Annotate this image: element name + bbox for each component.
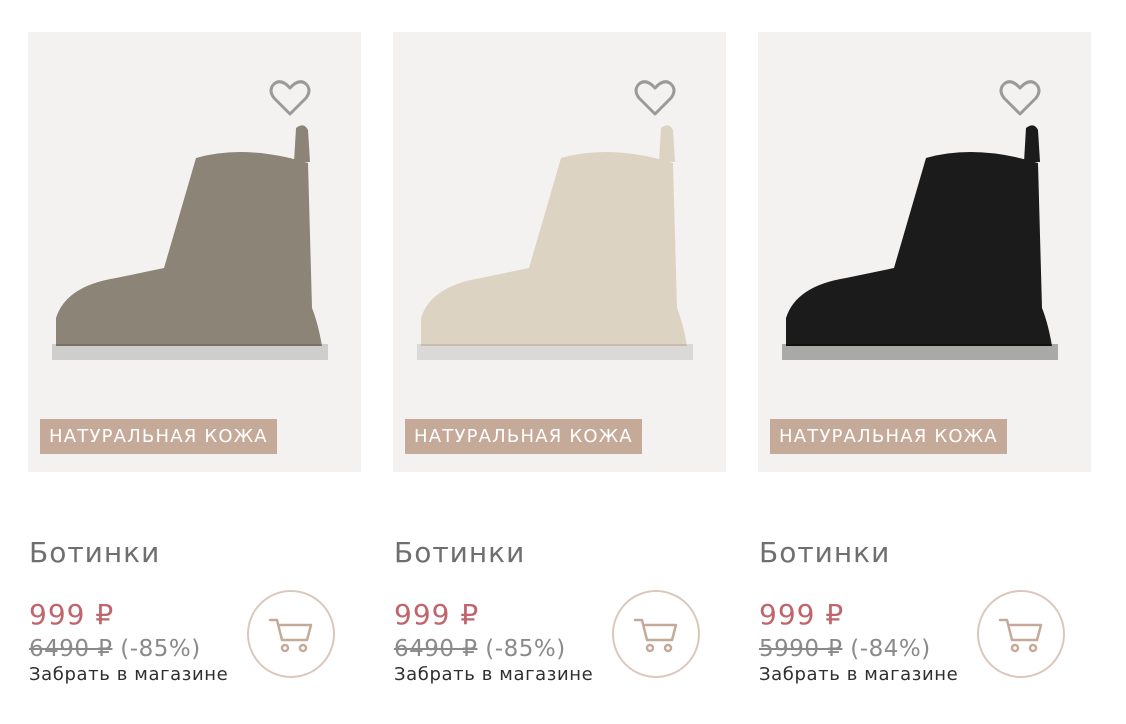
- shopping-cart-icon: [268, 618, 313, 653]
- product-card[interactable]: НАТУРАЛЬНАЯ КОЖА Ботинки 999 ₽ 5990 ₽ (-…: [758, 32, 1091, 712]
- product-card[interactable]: НАТУРАЛЬНАЯ КОЖА Ботинки 999 ₽ 6490 ₽ (-…: [393, 32, 726, 712]
- old-price-row: 5990 ₽ (-84%): [759, 636, 931, 662]
- pickup-label: Забрать в магазине: [759, 664, 959, 685]
- product-title[interactable]: Ботинки: [759, 536, 890, 569]
- product-image[interactable]: НАТУРАЛЬНАЯ КОЖА: [393, 32, 726, 472]
- old-price: 5990 ₽: [759, 636, 843, 662]
- heart-icon[interactable]: [998, 76, 1042, 120]
- heart-icon[interactable]: [268, 76, 312, 120]
- product-image[interactable]: НАТУРАЛЬНАЯ КОЖА: [758, 32, 1091, 472]
- discount-percent: (-84%): [850, 636, 931, 662]
- add-to-cart-button[interactable]: [612, 590, 700, 678]
- material-badge: НАТУРАЛЬНАЯ КОЖА: [770, 419, 1007, 454]
- old-price: 6490 ₽: [29, 636, 113, 662]
- old-price: 6490 ₽: [394, 636, 478, 662]
- pickup-label: Забрать в магазине: [29, 664, 229, 685]
- material-badge: НАТУРАЛЬНАЯ КОЖА: [40, 419, 277, 454]
- boot-image: [417, 125, 693, 360]
- discount-percent: (-85%): [485, 636, 566, 662]
- product-image[interactable]: НАТУРАЛЬНАЯ КОЖА: [28, 32, 361, 472]
- boot-image: [52, 125, 328, 360]
- pickup-label: Забрать в магазине: [394, 664, 594, 685]
- old-price-row: 6490 ₽ (-85%): [29, 636, 201, 662]
- product-title[interactable]: Ботинки: [394, 536, 525, 569]
- shopping-cart-icon: [633, 618, 678, 653]
- old-price-row: 6490 ₽ (-85%): [394, 636, 566, 662]
- shopping-cart-icon: [998, 618, 1043, 653]
- heart-icon[interactable]: [633, 76, 677, 120]
- material-badge: НАТУРАЛЬНАЯ КОЖА: [405, 419, 642, 454]
- add-to-cart-button[interactable]: [247, 590, 335, 678]
- product-card[interactable]: НАТУРАЛЬНАЯ КОЖА Ботинки 999 ₽ 6490 ₽ (-…: [28, 32, 361, 712]
- add-to-cart-button[interactable]: [977, 590, 1065, 678]
- current-price: 999 ₽: [29, 598, 115, 631]
- product-title[interactable]: Ботинки: [29, 536, 160, 569]
- discount-percent: (-85%): [120, 636, 201, 662]
- current-price: 999 ₽: [394, 598, 480, 631]
- boot-image: [782, 125, 1058, 360]
- current-price: 999 ₽: [759, 598, 845, 631]
